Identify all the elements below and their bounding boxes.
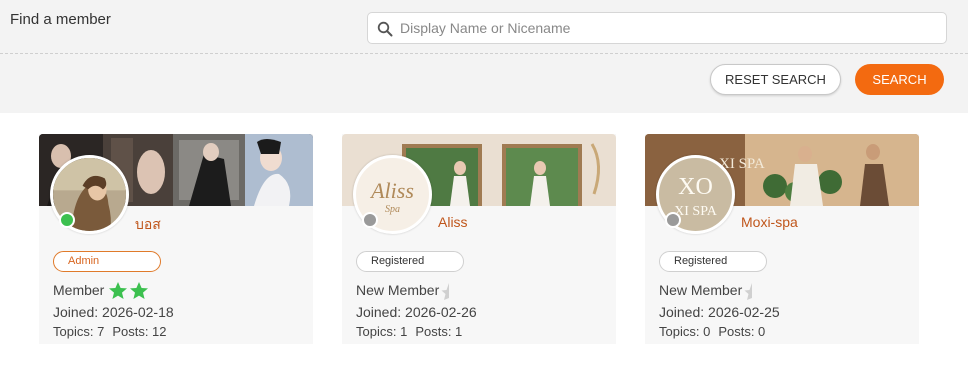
member-card[interactable]: Aliss Spa Aliss Registered New Member Jo… — [342, 134, 616, 344]
search-button[interactable]: SEARCH — [855, 64, 944, 95]
online-status-icon — [59, 212, 75, 228]
topics-count: Topics: 1 — [356, 324, 408, 339]
half-star-icon — [441, 283, 449, 300]
member-card[interactable]: XI SPA XO XI SPA Moxi-spa Registered New… — [645, 134, 919, 344]
find-member-label: Find a member — [10, 11, 111, 28]
rank-label: Member — [53, 282, 105, 298]
star-icon — [130, 282, 148, 299]
avatar-logo-text: XO — [678, 174, 713, 200]
member-search-panel: Find a member RESET SEARCH SEARCH — [0, 0, 968, 113]
rank-label: New Member — [356, 282, 440, 298]
member-stats: Topics: 7 Posts: 12 — [53, 324, 167, 339]
star-icon — [109, 282, 127, 299]
joined-date: Joined: 2026-02-18 — [53, 304, 174, 320]
member-name[interactable]: บอส — [135, 214, 161, 236]
member-card[interactable]: บอส Admin Member Joined: 2026-02-18 Topi… — [39, 134, 313, 344]
role-badge: Registered — [356, 251, 464, 272]
posts-count: Posts: 12 — [112, 324, 167, 339]
rank-stars — [109, 282, 148, 299]
member-name[interactable]: Aliss — [438, 214, 468, 230]
posts-count: Posts: 1 — [415, 324, 463, 339]
divider — [0, 53, 968, 54]
role-badge: Registered — [659, 251, 767, 272]
reset-search-button[interactable]: RESET SEARCH — [710, 64, 841, 95]
offline-status-icon — [665, 212, 681, 228]
joined-date: Joined: 2026-02-26 — [356, 304, 477, 320]
member-name[interactable]: Moxi-spa — [741, 214, 798, 230]
posts-count: Posts: 0 — [718, 324, 766, 339]
topics-count: Topics: 7 — [53, 324, 105, 339]
joined-date: Joined: 2026-02-25 — [659, 304, 780, 320]
half-star-icon — [744, 283, 752, 300]
avatar-logo-text: Aliss — [371, 178, 414, 203]
member-search-field[interactable] — [367, 12, 947, 44]
rank-label: New Member — [659, 282, 743, 298]
member-search-input[interactable] — [400, 14, 940, 42]
member-stats: Topics: 0 Posts: 0 — [659, 324, 765, 339]
role-badge: Admin — [53, 251, 161, 272]
offline-status-icon — [362, 212, 378, 228]
topics-count: Topics: 0 — [659, 324, 711, 339]
member-stats: Topics: 1 Posts: 1 — [356, 324, 462, 339]
search-icon — [377, 21, 393, 37]
